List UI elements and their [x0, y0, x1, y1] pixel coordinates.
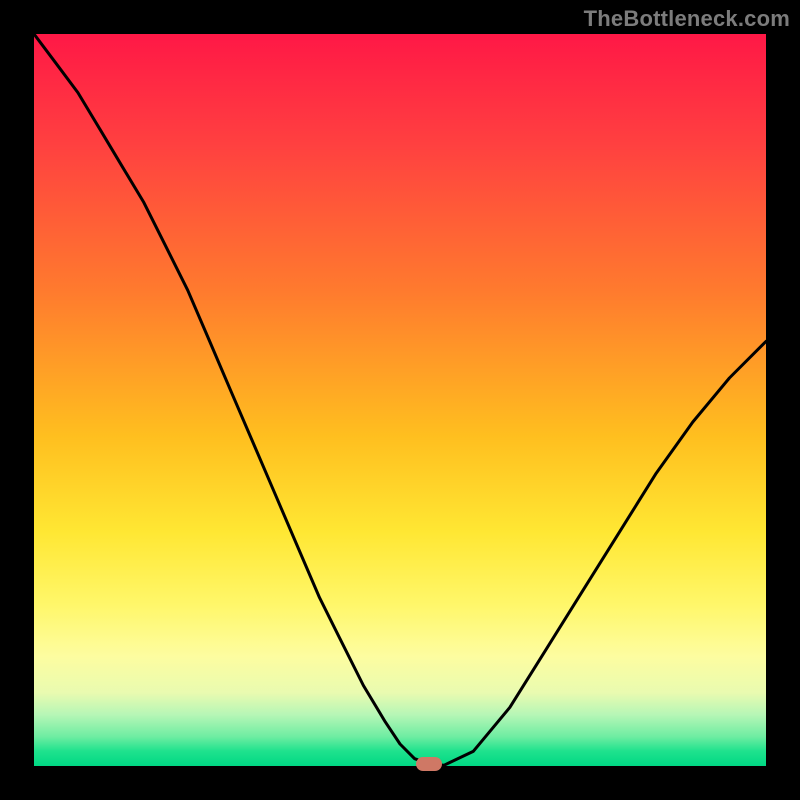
optimum-marker — [416, 757, 442, 771]
watermark-text: TheBottleneck.com — [584, 6, 790, 32]
bottleneck-curve — [34, 34, 766, 766]
plot-area — [34, 34, 766, 766]
chart-frame: TheBottleneck.com — [0, 0, 800, 800]
